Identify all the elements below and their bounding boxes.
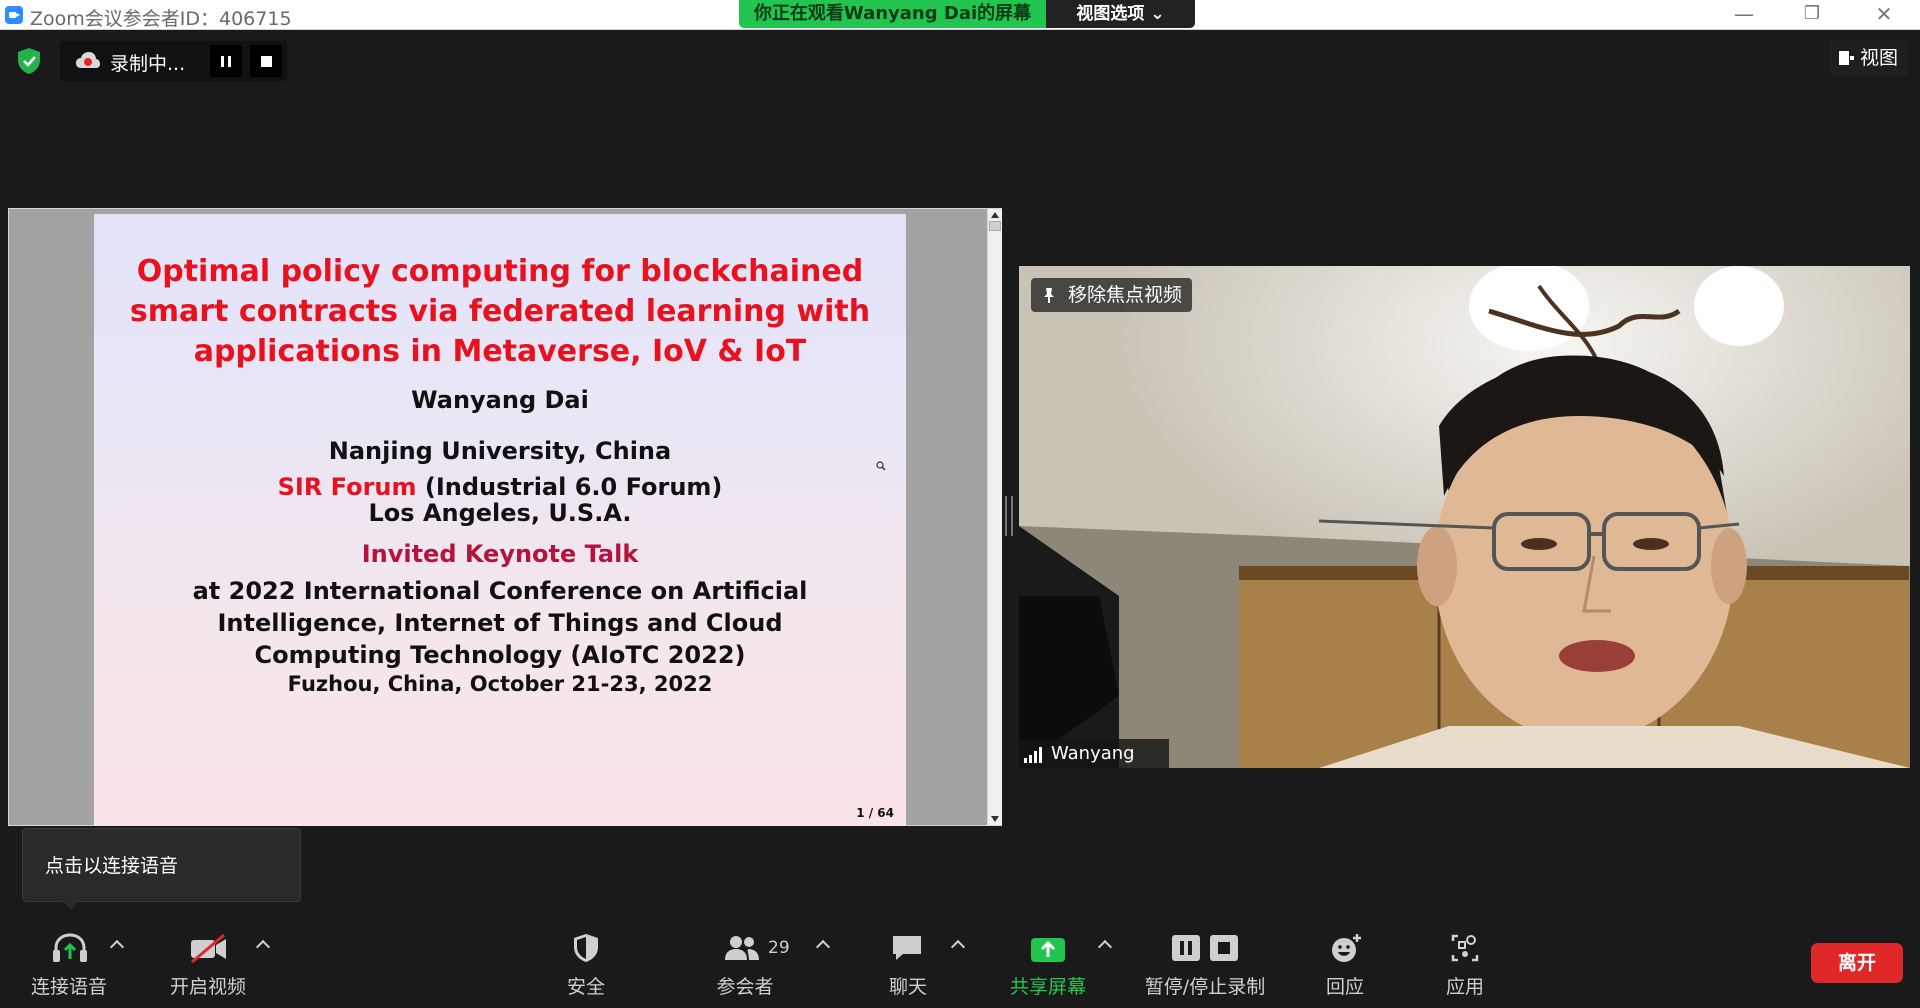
participants-icon [725, 936, 759, 960]
share-screen-icon [1031, 938, 1065, 962]
cloud-recording-icon [76, 52, 100, 68]
slide-conference-line: at 2022 International Conference on Arti… [192, 577, 808, 605]
apps-icon [1451, 934, 1479, 962]
headphones-icon [53, 933, 87, 962]
join-audio-button[interactable]: 连接语音 [20, 918, 118, 1008]
participant-name: Wanyang Dai [1051, 743, 1135, 764]
slide-location: Los Angeles, U.S.A. [368, 499, 632, 527]
security-shield-icon [574, 934, 598, 962]
apps-button[interactable]: 应用 [1425, 918, 1505, 1008]
minimize-button[interactable]: — [1716, 0, 1772, 30]
magnifier-cursor-icon [876, 461, 886, 471]
recording-label: 录制中... [110, 53, 186, 75]
stop-icon [261, 56, 272, 67]
presentation-slide: Optimal policy computing for blockchaine… [94, 214, 906, 826]
chat-options-caret-icon[interactable] [950, 939, 966, 955]
slide-title: Optimal policy computing for blockchaine… [94, 252, 906, 372]
view-layout-icon [1839, 51, 1854, 65]
recording-controls-icon [1172, 935, 1238, 961]
pin-icon [1044, 288, 1054, 303]
close-button[interactable]: ✕ [1856, 0, 1912, 30]
slide-scrollbar[interactable] [987, 209, 1002, 825]
participant-name-tag: Wanyang Dai [1019, 739, 1169, 768]
video-options-caret-icon[interactable] [255, 939, 271, 955]
pause-stop-recording-label: 暂停/停止录制 [1144, 976, 1266, 998]
slide-forum-rest: (Industrial 6.0 Forum) [416, 473, 723, 501]
view-layout-label: 视图 [1860, 47, 1899, 69]
security-button[interactable]: 安全 [546, 918, 626, 1008]
chat-button[interactable]: 聊天 [868, 918, 948, 1008]
slide-title-line: Optimal policy computing for blockchaine… [136, 254, 864, 289]
slide-conference: at 2022 International Conference on Arti… [94, 575, 906, 671]
slide-forum: SIR Forum (Industrial 6.0 Forum) [94, 473, 906, 501]
apps-label: 应用 [1445, 976, 1484, 998]
viewing-screen-label: 你正在观看Wanyang Dai的屏幕 [739, 0, 1046, 28]
join-audio-label: 连接语音 [30, 976, 107, 998]
speaker-video-feed [1019, 266, 1910, 768]
restore-button[interactable]: ❐ [1784, 0, 1840, 30]
security-label: 安全 [566, 976, 605, 998]
scrollbar-thumb[interactable] [989, 221, 1001, 231]
view-layout-button[interactable]: 视图 [1830, 40, 1908, 76]
reactions-button[interactable]: 回应 [1305, 918, 1385, 1008]
stop-recording-button[interactable] [250, 45, 282, 77]
participants-options-caret-icon[interactable] [815, 939, 831, 955]
recording-indicator: 录制中... [60, 41, 287, 81]
slide-author: Wanyang Dai [411, 386, 589, 414]
connect-audio-tooltip: 点击以连接语音 [22, 828, 301, 910]
chat-bubble-icon [893, 936, 921, 960]
split-view-drag-handle[interactable] [1005, 496, 1013, 536]
leave-meeting-button[interactable]: 离开 [1811, 943, 1903, 983]
slide-title-line: applications in Metaverse, IoV & IoT [193, 334, 807, 369]
connection-strength-icon [1024, 747, 1042, 763]
participants-count-badge: 29 [768, 938, 790, 958]
remove-spotlight-label: 移除焦点视频 [1068, 284, 1183, 306]
slide-venue: Fuzhou, China, October 21-23, 2022 [287, 672, 713, 696]
reactions-label: 回应 [1325, 976, 1364, 998]
slide-forum-highlight: SIR Forum [277, 473, 417, 501]
meeting-toolbar: 连接语音 开启视频 安全 29 参会者 聊天 共享屏幕 暂停/停止录制 回应 应… [0, 918, 1920, 1008]
window-title: Zoom会议参会者ID：406715 [30, 8, 292, 30]
slide-conference-line: Intelligence, Internet of Things and Clo… [217, 609, 783, 637]
video-off-icon [191, 933, 226, 964]
scroll-down-arrow-icon[interactable] [991, 816, 999, 822]
screen-share-banner: 你正在观看Wanyang Dai的屏幕 视图选项 ⌄ [739, 0, 1195, 28]
zoom-app-icon [5, 6, 23, 24]
share-screen-label: 共享屏幕 [1009, 976, 1086, 998]
speaker-video-tile[interactable]: 移除焦点视频 Wanyang Dai [1019, 266, 1910, 768]
view-options-button[interactable]: 视图选项 ⌄ [1046, 0, 1195, 28]
pause-icon [221, 56, 231, 67]
scroll-up-arrow-icon[interactable] [991, 212, 999, 218]
chat-label: 聊天 [888, 976, 927, 998]
participants-button[interactable]: 29 参会者 [700, 918, 790, 1008]
encryption-shield-icon[interactable] [16, 47, 42, 75]
pause-stop-recording-button[interactable]: 暂停/停止录制 [1135, 918, 1275, 1008]
slide-talk-type: Invited Keynote Talk [361, 540, 639, 568]
zoom-window: Zoom会议参会者ID：406715 — ❐ ✕ 你正在观看Wanyang Da… [0, 0, 1920, 1008]
slide-title-line: smart contracts via federated learning w… [129, 294, 871, 329]
start-video-label: 开启视频 [169, 976, 246, 998]
remove-spotlight-button[interactable]: 移除焦点视频 [1031, 278, 1192, 312]
participants-label: 参会者 [716, 976, 774, 998]
reaction-emoji-icon [1332, 934, 1361, 962]
slide-conference-line: Computing Technology (AIoTC 2022) [254, 641, 746, 669]
share-screen-button[interactable]: 共享屏幕 [1000, 918, 1096, 1008]
share-options-caret-icon[interactable] [1097, 939, 1113, 955]
pause-recording-button[interactable] [210, 45, 242, 77]
shared-screen-area[interactable]: Optimal policy computing for blockchaine… [8, 208, 1002, 826]
slide-page-number: 1 / 64 [856, 806, 894, 820]
start-video-button[interactable]: 开启视频 [158, 918, 258, 1008]
slide-affiliation: Nanjing University, China [328, 437, 672, 465]
